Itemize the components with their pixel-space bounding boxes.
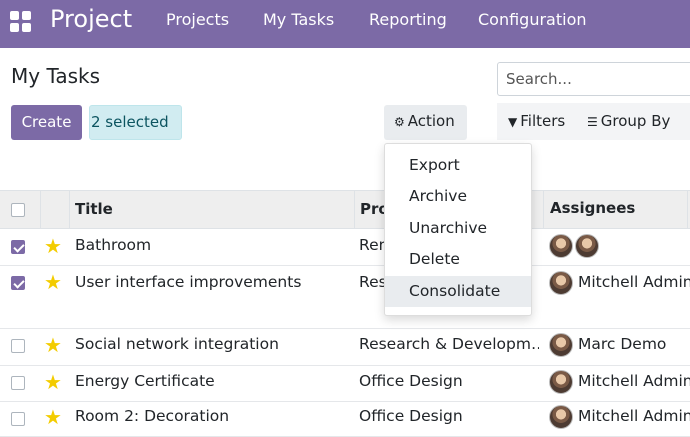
action-button[interactable]: ⚙ Action bbox=[384, 105, 467, 140]
column-divider bbox=[69, 191, 70, 230]
row-checkbox[interactable] bbox=[11, 339, 25, 353]
table-header: Title Pro Assignees bbox=[0, 190, 690, 230]
menu-item-consolidate[interactable]: Consolidate bbox=[385, 276, 531, 307]
menu-item-delete[interactable]: Delete bbox=[385, 244, 531, 275]
row-checkbox[interactable] bbox=[11, 376, 25, 390]
menu-item-archive[interactable]: Archive bbox=[385, 181, 531, 212]
row-checkbox[interactable] bbox=[11, 276, 25, 290]
avatar-icon bbox=[549, 405, 573, 429]
search-options-bar: ▼ Filters ☰ Group By bbox=[497, 103, 690, 140]
avatar-icon bbox=[549, 333, 573, 357]
nav-my-tasks[interactable]: My Tasks bbox=[263, 10, 334, 30]
apps-grid-icon[interactable] bbox=[10, 11, 32, 33]
table-row[interactable]: ★ Energy Certificate Office Design Mitch… bbox=[0, 366, 690, 402]
search-input[interactable] bbox=[497, 62, 690, 96]
table-row[interactable]: ★ User interface improvements Res Mitche… bbox=[0, 266, 690, 329]
avatar-icon bbox=[549, 370, 573, 394]
assignee-name: Mitchell Admin bbox=[578, 273, 690, 291]
star-icon[interactable]: ★ bbox=[44, 335, 62, 355]
selected-count-badge[interactable]: 2 selected bbox=[89, 105, 182, 140]
select-all-checkbox[interactable] bbox=[11, 203, 25, 217]
table-row[interactable]: ★ Room 2: Decoration Office Design Mitch… bbox=[0, 402, 690, 437]
filters-label: Filters bbox=[520, 112, 566, 130]
action-dropdown-menu: Export Archive Unarchive Delete Consolid… bbox=[384, 143, 532, 316]
star-icon[interactable]: ★ bbox=[44, 272, 62, 292]
column-divider bbox=[543, 191, 544, 230]
task-project: Research & Developm… bbox=[359, 335, 539, 353]
task-title: User interface improvements bbox=[75, 273, 302, 291]
assignee-name: Mitchell Admin bbox=[578, 372, 690, 390]
star-icon[interactable]: ★ bbox=[44, 372, 62, 392]
avatar-icon bbox=[575, 234, 599, 258]
top-navbar: Project Projects My Tasks Reporting Conf… bbox=[0, 0, 690, 48]
menu-item-unarchive[interactable]: Unarchive bbox=[385, 213, 531, 244]
assignee-name: Marc Demo bbox=[578, 335, 667, 353]
action-button-label: Action bbox=[407, 112, 455, 130]
nav-reporting[interactable]: Reporting bbox=[369, 10, 447, 30]
task-title: Social network integration bbox=[75, 335, 279, 353]
avatar-icon bbox=[549, 234, 573, 258]
table-row[interactable]: ★ Bathroom Ren bbox=[0, 229, 690, 266]
nav-projects[interactable]: Projects bbox=[166, 10, 229, 30]
group-by-label: Group By bbox=[600, 112, 671, 130]
row-checkbox[interactable] bbox=[11, 412, 25, 426]
assignee-name: Mitchell Admin bbox=[578, 407, 690, 425]
group-by-icon: ☰ bbox=[587, 115, 598, 129]
column-divider bbox=[687, 191, 688, 230]
menu-item-export[interactable]: Export bbox=[385, 150, 531, 181]
star-icon[interactable]: ★ bbox=[44, 407, 62, 427]
page-title: My Tasks bbox=[11, 64, 101, 88]
task-project: Office Design bbox=[359, 372, 463, 390]
task-project: Office Design bbox=[359, 407, 463, 425]
create-button[interactable]: Create bbox=[11, 105, 82, 140]
filter-icon: ▼ bbox=[508, 115, 518, 129]
task-title: Bathroom bbox=[75, 236, 152, 254]
task-title: Energy Certificate bbox=[75, 372, 215, 390]
column-divider bbox=[40, 191, 41, 230]
nav-configuration[interactable]: Configuration bbox=[478, 10, 587, 30]
star-icon[interactable]: ★ bbox=[44, 236, 62, 256]
filters-button[interactable]: ▼ Filters bbox=[508, 112, 565, 131]
gear-icon: ⚙ bbox=[394, 115, 405, 129]
group-by-button[interactable]: ☰ Group By bbox=[587, 112, 670, 131]
column-divider bbox=[354, 191, 355, 230]
column-header-title[interactable]: Title bbox=[75, 200, 113, 218]
task-title: Room 2: Decoration bbox=[75, 407, 230, 425]
column-header-assignees[interactable]: Assignees bbox=[550, 199, 635, 217]
table-row[interactable]: ★ Social network integration Research & … bbox=[0, 329, 690, 366]
app-brand[interactable]: Project bbox=[50, 4, 132, 34]
row-checkbox[interactable] bbox=[11, 240, 25, 254]
avatar-icon bbox=[549, 271, 573, 295]
